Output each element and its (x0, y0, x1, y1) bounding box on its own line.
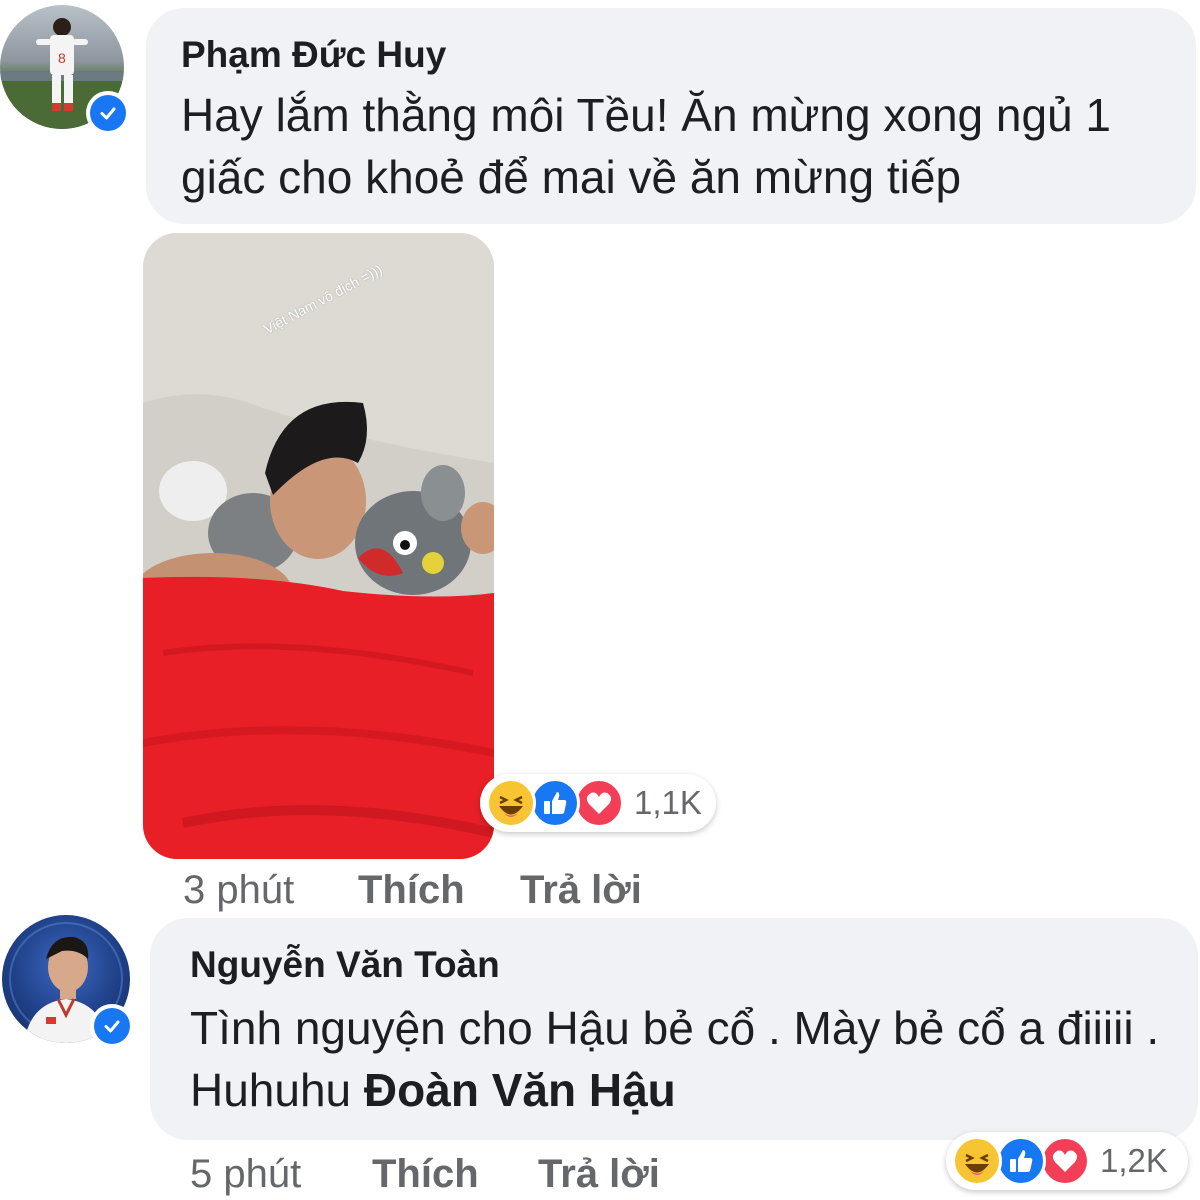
reaction-count: 1,2K (1100, 1142, 1168, 1179)
comment-timestamp[interactable]: 5 phút (190, 1152, 301, 1197)
reaction-count: 1,1K (634, 784, 702, 821)
mention-link[interactable]: Đoàn Văn Hậu (364, 1064, 676, 1116)
haha-icon (486, 778, 536, 828)
sleeping-photo (143, 233, 494, 859)
comment-text: Tình nguyện cho Hậu bẻ cổ . Mày bẻ cổ a … (190, 997, 1190, 1121)
reply-button[interactable]: Trả lời (538, 1152, 660, 1197)
reply-button[interactable]: Trả lời (520, 868, 642, 913)
like-button[interactable]: Thích (358, 868, 465, 913)
comment-author[interactable]: Nguyễn Văn Toàn (190, 944, 500, 986)
reactions-summary[interactable]: 1,2K (946, 1132, 1188, 1190)
reactions-summary[interactable]: 1,1K (480, 774, 716, 832)
comment-photo[interactable]: Việt Nam vô địch =))) (143, 233, 494, 859)
svg-text:8: 8 (58, 50, 66, 66)
like-icon (530, 778, 580, 828)
verified-badge-icon (86, 91, 130, 135)
comment-timestamp[interactable]: 3 phút (183, 868, 294, 913)
love-icon (1040, 1136, 1090, 1186)
comment-text: Hay lắm thằng môi Tều! Ăn mừng xong ngủ … (181, 89, 1112, 203)
like-icon (996, 1136, 1046, 1186)
love-icon (574, 778, 624, 828)
verified-badge-icon (90, 1004, 134, 1048)
like-button[interactable]: Thích (372, 1152, 479, 1197)
haha-icon (952, 1136, 1002, 1186)
comment-author[interactable]: Phạm Đức Huy (181, 34, 446, 76)
